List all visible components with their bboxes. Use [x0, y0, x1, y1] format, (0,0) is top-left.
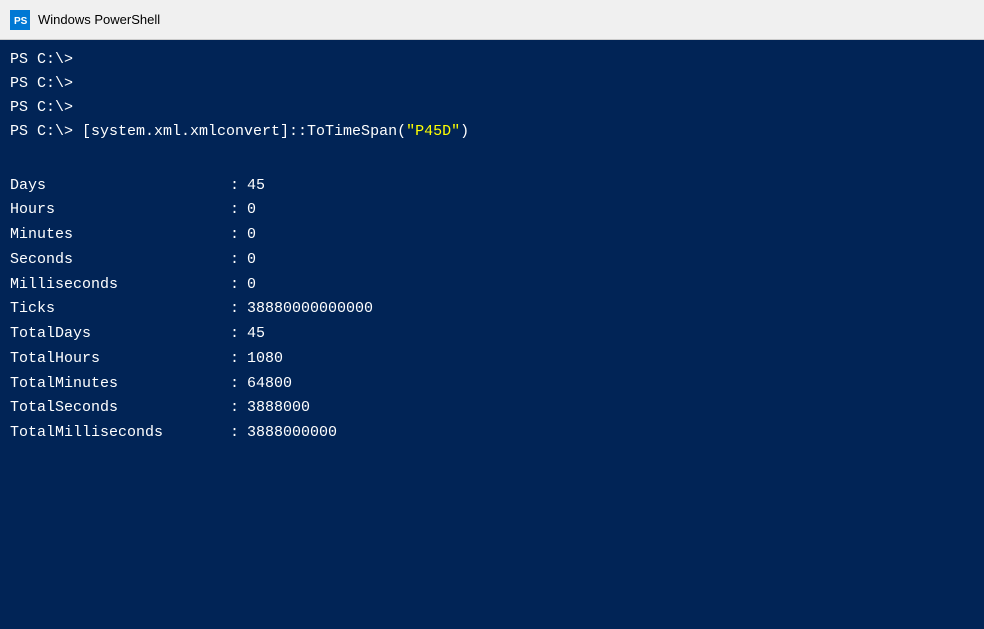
- output-colon: :: [230, 273, 239, 298]
- output-key: Days: [10, 174, 230, 199]
- output-colon: :: [230, 372, 239, 397]
- output-value: 3888000: [247, 396, 310, 421]
- output-colon: :: [230, 174, 239, 199]
- prompt-line-3: PS C:\>: [10, 96, 974, 120]
- output-key: TotalHours: [10, 347, 230, 372]
- output-key: TotalMilliseconds: [10, 421, 230, 446]
- command-line: PS C:\> [system.xml.xmlconvert]::ToTimeS…: [10, 120, 974, 144]
- output-key: Minutes: [10, 223, 230, 248]
- output-row: TotalHours:1080: [10, 347, 974, 372]
- output-value: 64800: [247, 372, 292, 397]
- output-key: TotalMinutes: [10, 372, 230, 397]
- command-close: ): [460, 123, 469, 140]
- prompt-line-2: PS C:\>: [10, 72, 974, 96]
- output-value: 45: [247, 322, 265, 347]
- output-colon: :: [230, 198, 239, 223]
- command-string: "P45D": [406, 123, 460, 140]
- blank-line: [10, 144, 974, 170]
- output-colon: :: [230, 322, 239, 347]
- output-row: Hours:0: [10, 198, 974, 223]
- svg-text:PS: PS: [14, 16, 28, 27]
- output-value: 0: [247, 273, 256, 298]
- output-colon: :: [230, 297, 239, 322]
- output-row: Minutes:0: [10, 223, 974, 248]
- title-bar: PS Windows PowerShell: [0, 0, 984, 40]
- output-value: 3888000000: [247, 421, 337, 446]
- output-colon: :: [230, 396, 239, 421]
- output-row: Days:45: [10, 174, 974, 199]
- output-key: TotalSeconds: [10, 396, 230, 421]
- output-row: TotalMinutes:64800: [10, 372, 974, 397]
- output-key: Ticks: [10, 297, 230, 322]
- window-title: Windows PowerShell: [38, 12, 160, 27]
- prompt-line-1: PS C:\>: [10, 48, 974, 72]
- output-colon: :: [230, 421, 239, 446]
- powershell-icon: PS: [10, 10, 30, 30]
- console-body: PS C:\> PS C:\> PS C:\> PS C:\> [system.…: [0, 40, 984, 629]
- output-row: TotalSeconds:3888000: [10, 396, 974, 421]
- output-colon: :: [230, 248, 239, 273]
- output-value: 0: [247, 223, 256, 248]
- output-value: 0: [247, 248, 256, 273]
- output-row: TotalMilliseconds:3888000000: [10, 421, 974, 446]
- command-text: [system.xml.xmlconvert]::ToTimeSpan(: [82, 123, 406, 140]
- command-prefix: PS C:\>: [10, 123, 82, 140]
- output-table: Days:45Hours:0Minutes:0Seconds:0Millisec…: [10, 174, 974, 446]
- output-colon: :: [230, 347, 239, 372]
- output-value: 0: [247, 198, 256, 223]
- output-row: Seconds:0: [10, 248, 974, 273]
- output-key: Seconds: [10, 248, 230, 273]
- output-key: TotalDays: [10, 322, 230, 347]
- output-colon: :: [230, 223, 239, 248]
- output-value: 45: [247, 174, 265, 199]
- output-key: Milliseconds: [10, 273, 230, 298]
- output-value: 1080: [247, 347, 283, 372]
- output-row: Milliseconds:0: [10, 273, 974, 298]
- output-value: 38880000000000: [247, 297, 373, 322]
- output-row: TotalDays:45: [10, 322, 974, 347]
- output-key: Hours: [10, 198, 230, 223]
- output-row: Ticks:38880000000000: [10, 297, 974, 322]
